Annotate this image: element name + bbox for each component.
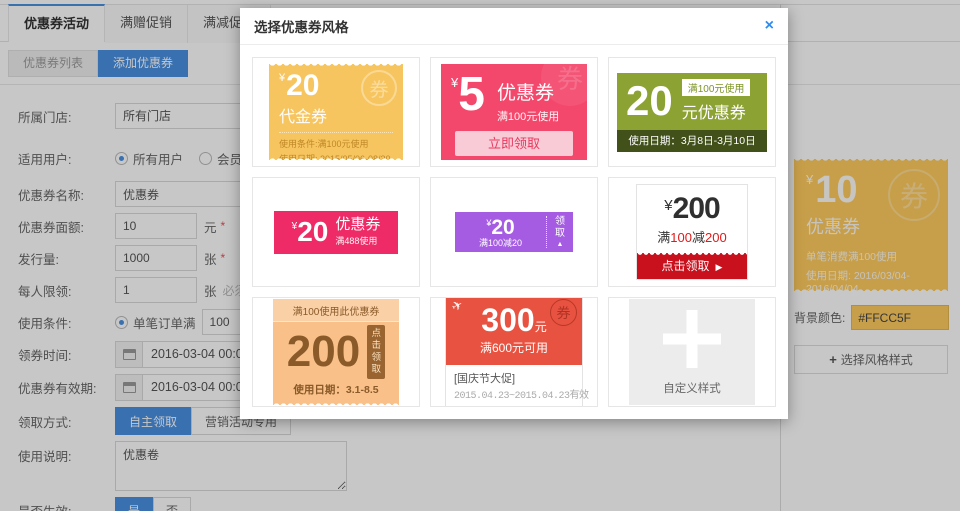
coupon-style-card-red-event[interactable]: ✈ 券 300元 满600元可用 [国庆节大促] 2015.04.23~2015… bbox=[430, 297, 598, 407]
coupon-condition: 满100使用此优惠券 bbox=[273, 299, 399, 322]
triangle-right-icon: ▶ bbox=[716, 262, 723, 272]
amount-value: 20 bbox=[297, 218, 328, 246]
coupon-gold: ¥20 代金券 使用条件:满100元使用 使用日期: 2015/05/06-08… bbox=[269, 64, 403, 160]
coupon-condition: 满100元使用 bbox=[497, 108, 559, 124]
coupon-style-card-orange[interactable]: 满100使用此优惠券 200 点击领取 使用日期：3.1-8.5 bbox=[252, 297, 420, 407]
coupon-style-card-gold[interactable]: ¥20 代金券 使用条件:满100元使用 使用日期: 2015/05/06-08… bbox=[252, 57, 420, 167]
triangle-up-icon: ▲ bbox=[547, 241, 573, 248]
coupon-name: 元优惠券 bbox=[682, 99, 751, 123]
coupon-validity: 2015.04.23~2015.04.23有效 bbox=[454, 386, 574, 402]
amount-value: 200 bbox=[673, 192, 720, 225]
amount-unit: 元 bbox=[535, 320, 547, 334]
amount-value: 20 bbox=[286, 69, 319, 102]
custom-style-label: 自定义样式 bbox=[629, 380, 755, 396]
coupon-condition: 满488使用 bbox=[335, 234, 380, 247]
coupon-red-event: ✈ 券 300元 满600元可用 [国庆节大促] 2015.04.23~2015… bbox=[445, 297, 583, 407]
amount-value: 5 bbox=[458, 73, 485, 117]
amount-value: 20 bbox=[626, 80, 673, 122]
close-icon[interactable]: × bbox=[765, 18, 774, 34]
click-claim-button[interactable]: 点击领取▶ bbox=[637, 253, 747, 279]
coupon-style-card-white-red[interactable]: ¥200 满100减200 点击领取▶ bbox=[608, 177, 776, 287]
coupon-orange: 满100使用此优惠券 200 点击领取 使用日期：3.1-8.5 bbox=[273, 299, 399, 405]
coupon-style-card-purple[interactable]: ¥20 满100减20 领取 ▲ bbox=[430, 177, 598, 287]
coupon-olive: 20 满100元使用 元优惠券 使用日期：3月8日-3月10日 bbox=[617, 73, 767, 152]
custom-style-tile: 自定义样式 bbox=[629, 299, 755, 405]
coupon-pink: 券 ¥ 5 优惠券 满100元使用 立即领取 bbox=[441, 64, 587, 160]
coupon-style-card-olive[interactable]: 20 满100元使用 元优惠券 使用日期：3月8日-3月10日 bbox=[608, 57, 776, 167]
coupon-style-card-pink[interactable]: 券 ¥ 5 优惠券 满100元使用 立即领取 bbox=[430, 57, 598, 167]
coupon-condition: 满600元可用 bbox=[446, 339, 582, 356]
coupon-name: 优惠券 bbox=[335, 217, 380, 234]
amount-value: 20 bbox=[491, 216, 514, 239]
currency-symbol: ¥ bbox=[664, 197, 672, 214]
paper-plane-icon: ✈ bbox=[449, 297, 466, 315]
coupon-name: 优惠券 bbox=[497, 78, 559, 105]
modal-title: 选择优惠券风格 bbox=[254, 16, 349, 36]
coupon-condition-badge: 满100元使用 bbox=[682, 79, 751, 96]
currency-symbol: ¥ bbox=[451, 75, 458, 90]
coupon-watermark-icon: 券 bbox=[361, 70, 397, 106]
event-label: [国庆节大促] bbox=[454, 370, 574, 386]
coupon-white-red: ¥200 满100减200 点击领取▶ bbox=[636, 184, 748, 280]
coupon-purple: ¥20 满100减20 领取 ▲ bbox=[455, 212, 573, 252]
coupon-rose: ¥ 20 优惠券 满488使用 bbox=[274, 211, 398, 254]
coupon-condition: 使用条件:满100元使用 bbox=[279, 137, 393, 150]
click-claim-label: 点击领取 bbox=[367, 325, 385, 379]
coupon-style-modal: 选择优惠券风格 × ¥20 代金券 使用条件:满100元使用 使用日期: 201… bbox=[240, 8, 788, 419]
amount-value: 200 bbox=[287, 331, 360, 373]
coupon-condition: 满100减200 bbox=[637, 227, 747, 246]
coupon-style-grid: ¥20 代金券 使用条件:满100元使用 使用日期: 2015/05/06-08… bbox=[240, 45, 788, 419]
coupon-watermark-icon: 券 bbox=[550, 299, 577, 326]
plus-icon bbox=[687, 310, 698, 368]
claim-now-button[interactable]: 立即领取 bbox=[455, 131, 573, 156]
coupon-condition: 满100减20 bbox=[455, 239, 546, 248]
amount-value: 300 bbox=[481, 302, 534, 338]
coupon-style-card-custom[interactable]: 自定义样式 bbox=[608, 297, 776, 407]
coupon-style-card-rose[interactable]: ¥ 20 优惠券 满488使用 bbox=[252, 177, 420, 287]
modal-header: 选择优惠券风格 × bbox=[240, 8, 788, 45]
coupon-date: 使用日期: 2015/05/06-08/30 bbox=[279, 152, 393, 160]
coupon-date: 使用日期：3.1-8.5 bbox=[273, 382, 399, 397]
claim-label: 领取 bbox=[554, 216, 566, 240]
coupon-name: 代金券 bbox=[279, 103, 393, 127]
currency-symbol: ¥ bbox=[279, 72, 285, 84]
coupon-date: 使用日期：3月8日-3月10日 bbox=[617, 130, 767, 152]
